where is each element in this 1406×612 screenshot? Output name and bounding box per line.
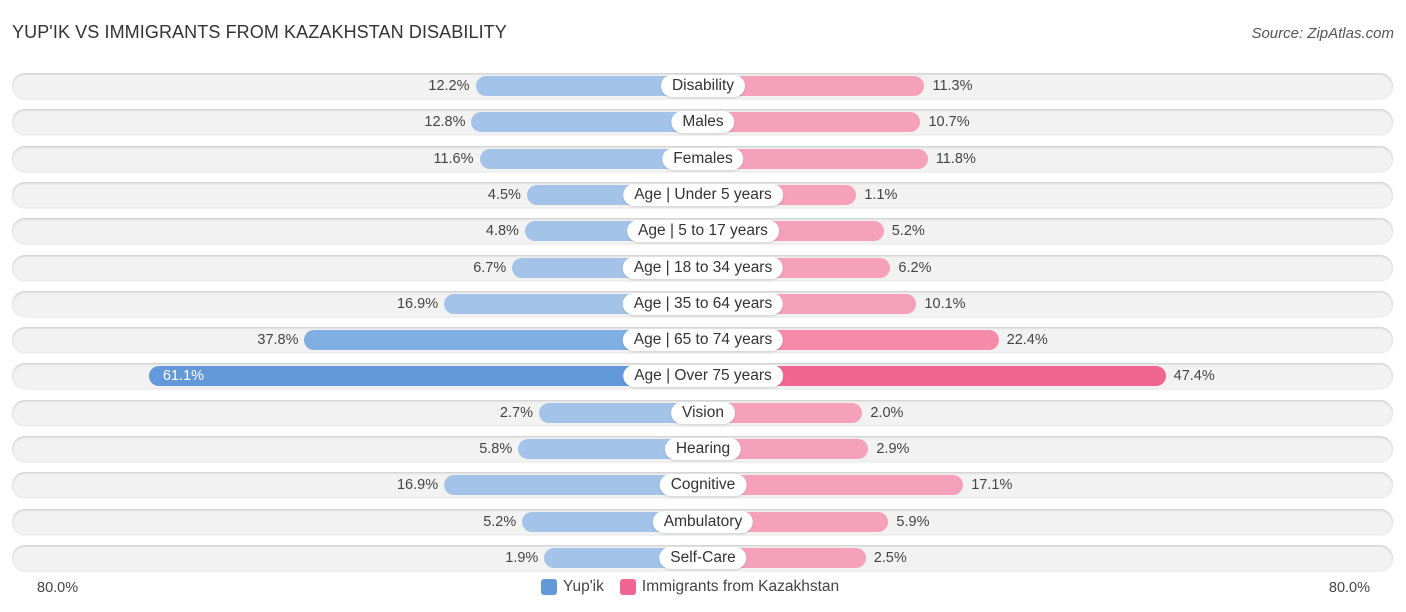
value-label-kazakhstan: 11.3%: [932, 78, 973, 94]
category-label: Disability: [660, 75, 746, 97]
chart-title: YUP'IK VS IMMIGRANTS FROM KAZAKHSTAN DIS…: [12, 22, 507, 42]
value-label-yupik: 1.9%: [505, 550, 539, 566]
legend-swatch-yupik: [541, 579, 557, 595]
value-label-kazakhstan: 6.2%: [898, 260, 932, 276]
value-label-yupik: 5.8%: [479, 441, 513, 457]
category-label: Age | 35 to 64 years: [622, 293, 784, 315]
value-label-kazakhstan: 5.2%: [891, 223, 925, 239]
value-label-kazakhstan: 47.4%: [1173, 368, 1215, 384]
value-label-kazakhstan: 10.7%: [928, 114, 970, 130]
legend-swatch-kazakhstan: [619, 579, 636, 595]
value-label-yupik: 4.8%: [485, 223, 519, 239]
value-label-yupik: 12.2%: [428, 78, 470, 94]
source-attribution: Source: ZipAtlas.com: [1251, 25, 1394, 42]
bar-kazakhstan[interactable]: [703, 112, 921, 132]
value-label-yupik: 12.8%: [424, 114, 466, 130]
legend-item-kazakhstan[interactable]: Immigrants from Kazakhstan: [619, 578, 840, 596]
legend-item-yupik[interactable]: Yup'ik: [541, 578, 604, 596]
category-label: Age | 65 to 74 years: [622, 329, 784, 351]
value-label-yupik: 4.5%: [487, 187, 521, 203]
category-label: Vision: [671, 402, 735, 424]
value-label-yupik: 6.7%: [473, 260, 507, 276]
value-label-kazakhstan: 1.1%: [864, 187, 898, 203]
bar-yupik[interactable]: [471, 112, 703, 132]
category-label: Age | Under 5 years: [623, 184, 783, 206]
value-label-kazakhstan: 2.0%: [870, 405, 904, 421]
category-label: Males: [671, 111, 735, 133]
value-label-yupik: 61.1%: [162, 368, 204, 384]
value-label-yupik: 5.2%: [483, 514, 517, 530]
value-label-kazakhstan: 17.1%: [971, 477, 1013, 493]
axis-label-left: 80.0%: [37, 580, 79, 596]
legend-label-kazakhstan: Immigrants from Kazakhstan: [641, 578, 840, 595]
category-label: Females: [662, 148, 744, 170]
axis-label-right: 80.0%: [1328, 580, 1370, 596]
value-label-kazakhstan: 11.8%: [935, 151, 976, 167]
category-label: Age | Over 75 years: [623, 365, 783, 387]
category-label: Age | 18 to 34 years: [622, 257, 784, 279]
value-label-yupik: 37.8%: [257, 332, 299, 348]
value-label-kazakhstan: 2.9%: [876, 441, 910, 457]
category-label: Cognitive: [659, 474, 747, 496]
category-label: Self-Care: [659, 547, 747, 569]
legend: Yup'ik Immigrants from Kazakhstan: [541, 578, 855, 596]
value-label-yupik: 16.9%: [396, 477, 439, 493]
value-label-yupik: 11.6%: [433, 151, 474, 167]
value-label-kazakhstan: 22.4%: [1006, 332, 1048, 348]
value-label-yupik: 2.7%: [499, 405, 533, 421]
value-label-kazakhstan: 5.9%: [896, 514, 930, 530]
bar-yupik[interactable]: [148, 366, 703, 386]
category-label: Age | 5 to 17 years: [627, 220, 779, 242]
value-label-kazakhstan: 2.5%: [873, 550, 907, 566]
value-label-yupik: 16.9%: [396, 296, 439, 312]
legend-label-yupik: Yup'ik: [563, 578, 604, 595]
category-label: Hearing: [664, 438, 742, 460]
value-label-kazakhstan: 10.1%: [924, 296, 966, 312]
category-label: Ambulatory: [652, 511, 754, 533]
